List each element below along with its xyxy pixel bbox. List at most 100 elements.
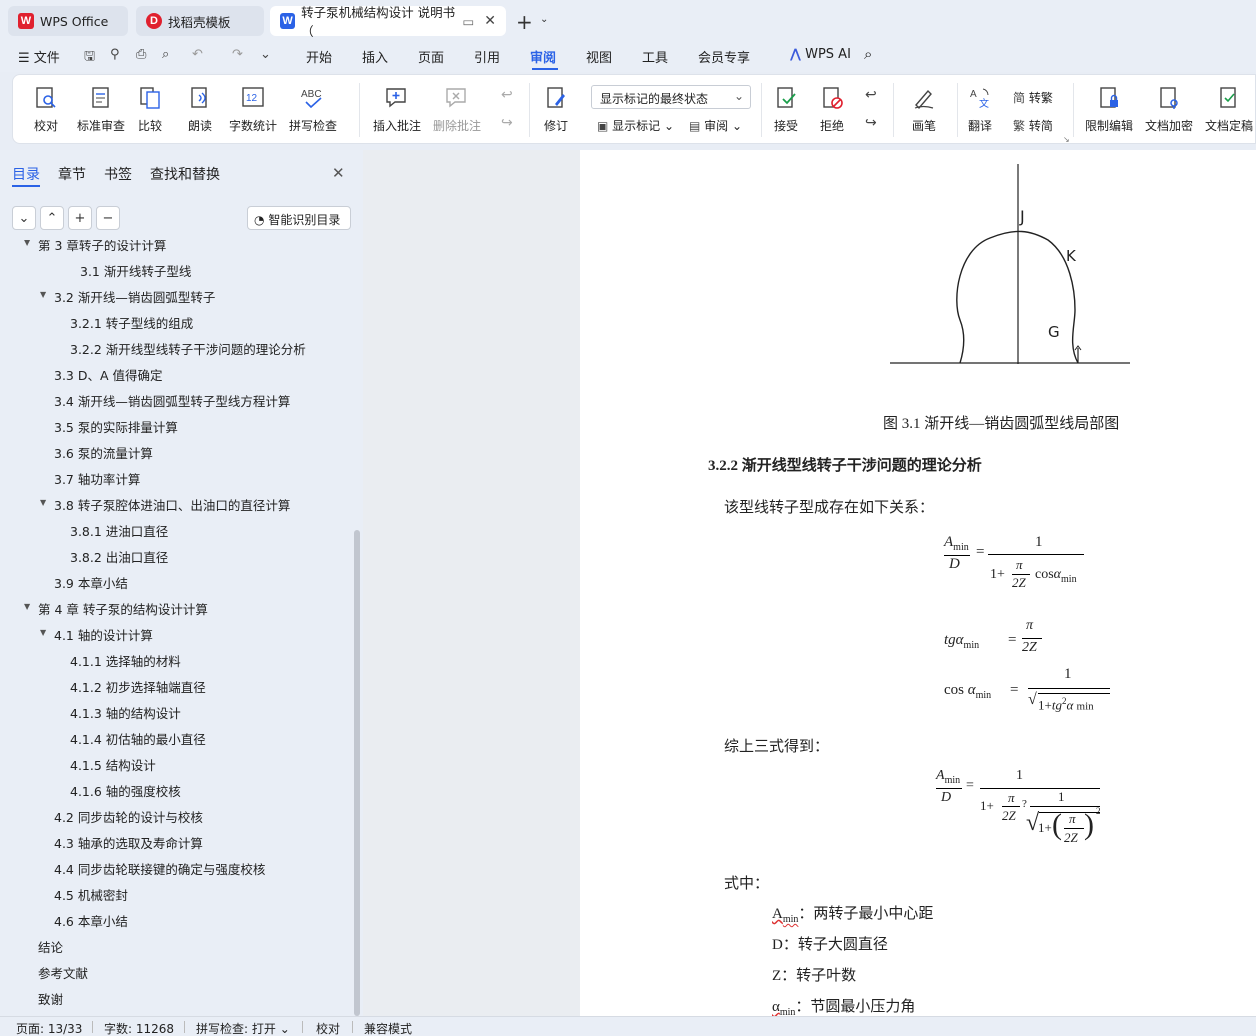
tab-wps-office[interactable]: W WPS Office: [8, 6, 128, 36]
prev-change-icon[interactable]: ↩: [865, 87, 877, 103]
next-change-icon[interactable]: ↪: [865, 115, 877, 131]
toc-item[interactable]: 4.5 机械密封: [54, 885, 128, 904]
print-icon[interactable]: ⎙: [136, 47, 146, 62]
toc-item[interactable]: 3.2 渐开线—销齿圆弧型转子: [54, 287, 215, 306]
menu-tools[interactable]: 工具: [642, 47, 668, 66]
close-panel-icon[interactable]: ✕: [332, 164, 345, 182]
tab-toc[interactable]: 目录: [12, 164, 40, 184]
toc-item[interactable]: 4.2 同步齿轮的设计与校核: [54, 807, 203, 826]
toc-item[interactable]: 结论: [38, 937, 63, 956]
toc-item[interactable]: 3.8 转子泵腔体进油口、出油口的直径计算: [54, 495, 290, 514]
toc-item[interactable]: 4.1.6 轴的强度校核: [70, 781, 181, 800]
review-pane-button[interactable]: ▤ 审阅 ⌄: [689, 117, 742, 134]
tab-template[interactable]: D 找稻壳模板: [136, 6, 264, 36]
add-heading-icon[interactable]: +: [68, 206, 92, 230]
to-simplified-button[interactable]: 繁 转简: [1013, 117, 1053, 134]
menu-member[interactable]: 会员专享: [698, 47, 750, 66]
toc-item[interactable]: 3.6 泵的流量计算: [54, 443, 153, 462]
expand-toggle-icon[interactable]: ▼: [24, 602, 30, 611]
spell-check-button[interactable]: ABC 拼写检查: [289, 85, 337, 134]
to-traditional-button[interactable]: 简 转繁: [1013, 89, 1053, 106]
expand-toggle-icon[interactable]: ▼: [40, 290, 46, 299]
proofread-button[interactable]: 校对: [33, 85, 59, 134]
toc-item[interactable]: 第 4 章 转子泵的结构设计计算: [38, 599, 208, 618]
toc-item[interactable]: 3.8.2 出油口直径: [70, 547, 168, 566]
tab-document[interactable]: W 转子泵机械结构设计 说明书（ ▭ ✕: [270, 5, 506, 39]
toc-item[interactable]: 4.1.5 结构设计: [70, 755, 156, 774]
expand-toggle-icon[interactable]: ▼: [40, 628, 46, 637]
menu-start[interactable]: 开始: [306, 47, 332, 66]
pen-button[interactable]: 画笔: [911, 85, 937, 134]
redo-icon[interactable]: ↷: [232, 47, 243, 62]
expand-up-icon[interactable]: ⌃: [40, 206, 64, 230]
translate-button[interactable]: A文 翻译: [967, 85, 993, 134]
standard-review-button[interactable]: 标准审查: [77, 85, 125, 134]
doc-encrypt-button[interactable]: 文档加密: [1145, 85, 1193, 134]
smart-toc-button[interactable]: ◔ 智能识别目录: [247, 206, 351, 230]
save-icon[interactable]: 🖫: [84, 47, 95, 69]
toc-item[interactable]: 3.7 轴功率计算: [54, 469, 140, 488]
word-count-button[interactable]: 12 字数统计: [229, 85, 277, 134]
toc-item[interactable]: 参考文献: [38, 963, 88, 982]
menu-review[interactable]: 审阅: [530, 47, 556, 66]
menu-view[interactable]: 视图: [586, 47, 612, 66]
spell-check-status[interactable]: 拼写检查: 打开 ⌄: [196, 1020, 290, 1036]
close-tab-icon[interactable]: ✕: [484, 13, 496, 29]
expand-icon[interactable]: ↘: [1063, 135, 1070, 144]
search-icon[interactable]: ⌕: [864, 45, 872, 63]
chevron-down-icon[interactable]: ⌄: [540, 14, 548, 25]
restrict-edit-button[interactable]: 限制编辑: [1085, 85, 1133, 134]
toc-item[interactable]: 3.9 本章小结: [54, 573, 128, 592]
collapse-all-icon[interactable]: ⌄: [12, 206, 36, 230]
sign-icon[interactable]: ⚲: [110, 47, 120, 62]
document-page[interactable]: J K G 图 3.1 渐开线—销齿圆弧型线局部图 3.2.2 渐开线型线转子干…: [580, 150, 1256, 1018]
prev-comment-icon[interactable]: ↩: [501, 87, 513, 103]
display-state-select[interactable]: 显示标记的最终状态 ⌄: [591, 85, 751, 109]
toc-item[interactable]: 3.4 渐开线—销齿圆弧型转子型线方程计算: [54, 391, 290, 410]
more-icon[interactable]: ⌄: [260, 47, 271, 62]
reject-button[interactable]: 拒绝: [819, 85, 845, 134]
toc-item[interactable]: 致谢: [38, 989, 63, 1008]
expand-toggle-icon[interactable]: ▼: [40, 498, 46, 507]
toc-item[interactable]: 4.4 同步齿轮联接键的确定与强度校核: [54, 859, 265, 878]
toc-item[interactable]: 4.1.1 选择轴的材料: [70, 651, 181, 670]
toc-item[interactable]: 3.2.2 渐开线型线转子干涉问题的理论分析: [70, 339, 306, 358]
toc-item[interactable]: 4.6 本章小结: [54, 911, 128, 930]
scrollbar-thumb[interactable]: [354, 530, 360, 1016]
show-markup-button[interactable]: ▣ 显示标记 ⌄: [597, 117, 674, 134]
toc-item[interactable]: 4.1 轴的设计计算: [54, 625, 153, 644]
tab-bookmarks[interactable]: 书签: [104, 164, 132, 184]
page-indicator[interactable]: 页面: 13/33: [16, 1020, 82, 1036]
undo-icon[interactable]: ↶: [192, 47, 203, 62]
read-aloud-button[interactable]: 朗读: [187, 85, 213, 134]
toc-item[interactable]: 第 3 章转子的设计计算: [38, 240, 166, 254]
menu-reference[interactable]: 引用: [474, 47, 500, 66]
tab-chapters[interactable]: 章节: [58, 164, 86, 184]
menu-page[interactable]: 页面: [418, 47, 444, 66]
track-changes-button[interactable]: 修订: [543, 85, 569, 134]
toc-item[interactable]: 3.2.1 转子型线的组成: [70, 313, 193, 332]
toc-item[interactable]: 3.8.1 进油口直径: [70, 521, 168, 540]
remove-heading-icon[interactable]: −: [96, 206, 120, 230]
delete-comment-button[interactable]: 删除批注: [433, 85, 481, 134]
wps-ai-button[interactable]: ⋀ WPS AI: [790, 47, 851, 62]
toc-item[interactable]: 4.1.4 初估轴的最小直径: [70, 729, 206, 748]
tab-find-replace[interactable]: 查找和替换: [150, 164, 220, 184]
toc-item[interactable]: 4.1.3 轴的结构设计: [70, 703, 181, 722]
toc-item[interactable]: 4.3 轴承的选取及寿命计算: [54, 833, 203, 852]
next-comment-icon[interactable]: ↪: [501, 115, 513, 131]
toc-item[interactable]: 4.1.2 初步选择轴端直径: [70, 677, 206, 696]
toc-item[interactable]: 3.3 D、A 值得确定: [54, 365, 163, 384]
compare-button[interactable]: 比较: [137, 85, 163, 134]
file-menu[interactable]: ☰ 文件: [18, 47, 60, 66]
doc-finalize-button[interactable]: 文档定稿: [1205, 85, 1253, 134]
accept-button[interactable]: 接受: [773, 85, 799, 134]
proofread-status[interactable]: 校对: [316, 1020, 340, 1036]
toc-item[interactable]: 3.5 泵的实际排量计算: [54, 417, 178, 436]
menu-insert[interactable]: 插入: [362, 47, 388, 66]
insert-comment-button[interactable]: 插入批注: [373, 85, 421, 134]
new-tab-icon[interactable]: +: [516, 10, 533, 34]
toc-item[interactable]: 3.1 渐开线转子型线: [80, 261, 191, 280]
expand-toggle-icon[interactable]: ▼: [24, 240, 30, 247]
word-count[interactable]: 字数: 11268: [104, 1020, 174, 1036]
